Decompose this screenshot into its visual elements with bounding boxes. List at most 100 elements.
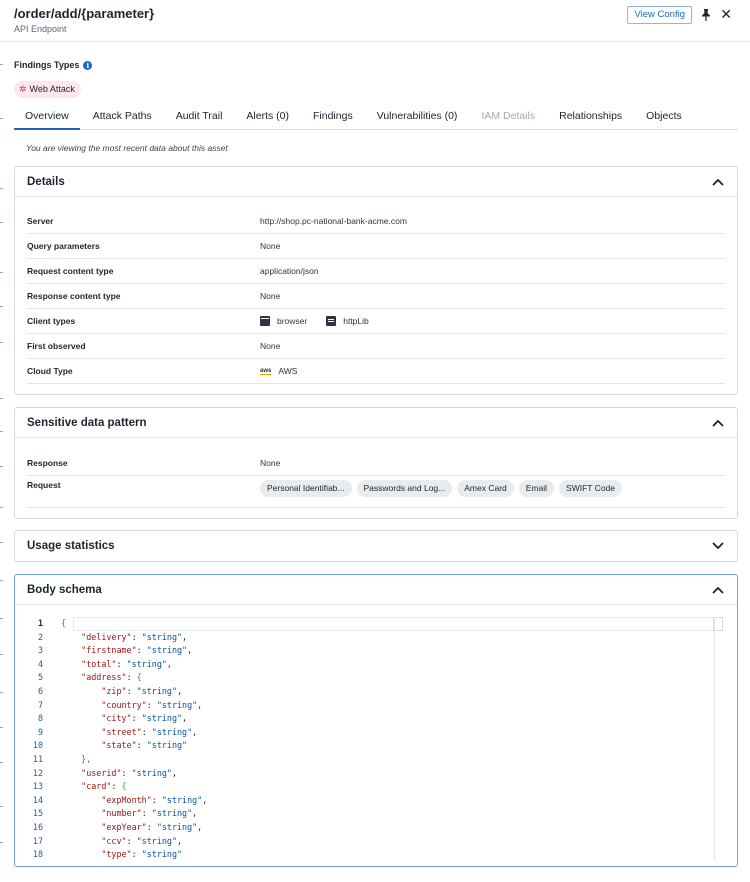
sensitive-data-panel-header[interactable]: Sensitive data pattern — [15, 408, 737, 438]
details-title: Details — [27, 175, 65, 188]
code-text: { — [61, 617, 66, 631]
details-panel-header[interactable]: Details — [15, 167, 737, 197]
sensitive-pattern-pill[interactable]: Email — [518, 480, 555, 497]
json-punctuation: { — [121, 781, 127, 792]
editor-scrollbar[interactable] — [714, 617, 715, 860]
code-text: "delivery": "string", — [81, 631, 188, 642]
sensitive-data-panel: Sensitive data pattern Response None Req… — [14, 407, 738, 519]
json-value: "string" — [151, 726, 193, 737]
request-pills: Personal Identifiab... Passwords and Log.… — [260, 480, 627, 497]
tab-alerts-0[interactable]: Alerts (0) — [246, 106, 289, 130]
sensitive-pattern-pill[interactable]: Amex Card — [457, 480, 514, 497]
chevron-down-icon[interactable] — [711, 539, 725, 553]
usage-statistics-panel: Usage statistics — [14, 530, 738, 562]
chevron-up-icon[interactable] — [711, 416, 725, 430]
sensitive-pattern-pill[interactable]: Personal Identifiab... — [260, 480, 352, 497]
json-key: "firstname" — [81, 645, 137, 656]
json-value: "string" — [126, 658, 167, 669]
line-number: 4 — [37, 658, 43, 669]
code-text: "zip": "string", — [101, 685, 183, 696]
line-number: 3 — [37, 645, 43, 656]
row-value: application/json — [260, 266, 319, 276]
finding-type-chip[interactable]: ✲ Web Attack — [14, 81, 81, 98]
table-row: Request Personal Identifiab... Passwords … — [27, 476, 725, 508]
tab-objects[interactable]: Objects — [646, 106, 682, 130]
code-text: "type": "string" — [101, 849, 183, 860]
code-text: "city": "string", — [101, 713, 188, 724]
tab-bar: Overview Attack Paths Audit Trail Alerts (0… — [14, 106, 738, 130]
code-line: 12 "userid": "string", — [27, 767, 725, 781]
code-line: 10 "state": "string" — [27, 739, 725, 753]
line-number: 11 — [32, 753, 43, 764]
tab-audit-trail[interactable]: Audit Trail — [176, 106, 223, 130]
json-punctuation: { — [61, 618, 67, 628]
line-number: 1 — [37, 618, 43, 628]
json-punctuation: , — [182, 713, 188, 724]
code-line: 18 "type": "string" — [27, 848, 725, 862]
header-divider — [0, 41, 750, 42]
json-key: "total" — [81, 658, 117, 669]
code-text: "state": "string" — [101, 740, 188, 751]
code-line: 9 "street": "string", — [27, 726, 725, 740]
line-number: 18 — [32, 849, 43, 860]
code-text: "total": "string", — [81, 658, 172, 669]
json-punctuation: , — [187, 645, 193, 656]
row-key: Response — [27, 458, 68, 468]
json-punctuation: }, — [81, 753, 92, 764]
json-value: "string" — [141, 713, 183, 724]
code-line: 6 "zip": "string", — [27, 685, 725, 699]
json-value: "string" — [156, 821, 198, 832]
json-key: "country" — [101, 699, 147, 710]
json-punctuation: , — [197, 821, 203, 832]
table-row: Cloud Type aws AWS — [27, 359, 725, 384]
code-text: "card": { — [81, 781, 127, 792]
tab-findings[interactable]: Findings — [313, 106, 353, 130]
table-row: Query parameters None — [27, 234, 725, 259]
body-schema-title: Body schema — [27, 583, 102, 596]
page-header: /order/add/{parameter} API Endpoint View… — [14, 6, 738, 42]
close-icon[interactable]: ✕ — [720, 7, 732, 21]
bug-icon: ✲ — [19, 84, 27, 94]
row-key: Client types — [27, 316, 76, 326]
sensitive-pattern-pill[interactable]: SWIFT Code — [559, 480, 622, 497]
row-key: Response content type — [27, 291, 121, 301]
code-text: }, — [61, 753, 91, 767]
line-number: 2 — [37, 631, 43, 642]
code-line: 13 "card": { — [27, 780, 725, 794]
body-schema-panel-header[interactable]: Body schema — [15, 575, 737, 605]
json-key: "ccv" — [101, 835, 127, 846]
json-punctuation: , — [202, 794, 208, 805]
client-type-label: browser — [277, 316, 308, 326]
row-value: None — [260, 458, 281, 468]
code-text: "expYear": "string", — [101, 821, 203, 832]
row-value: aws AWS — [260, 366, 297, 376]
code-editor[interactable]: 1{2 "delivery": "string", 3 "firstname": … — [27, 617, 725, 860]
view-config-button[interactable]: View Config — [627, 6, 692, 24]
table-row: First observed None — [27, 334, 725, 359]
tab-overview[interactable]: Overview — [14, 106, 80, 130]
pin-icon[interactable] — [700, 8, 712, 22]
sensitive-pattern-pill[interactable]: Passwords and Log... — [356, 480, 453, 497]
code-line: 3 "firstname": "string", — [27, 644, 725, 658]
json-key: "city" — [101, 713, 132, 724]
tab-relationships[interactable]: Relationships — [559, 106, 622, 130]
line-number: 14 — [32, 794, 43, 805]
json-punctuation: , — [177, 835, 183, 846]
chevron-up-icon[interactable] — [711, 583, 725, 597]
usage-statistics-panel-header[interactable]: Usage statistics — [15, 531, 737, 561]
browser-icon — [260, 316, 270, 326]
row-value: browser httpLib — [260, 316, 369, 326]
code-line: 5 "address": { — [27, 671, 725, 685]
tab-vulnerabilities-0[interactable]: Vulnerabilities (0) — [377, 106, 458, 130]
code-line: 2 "delivery": "string", — [27, 631, 725, 645]
json-punctuation: , — [192, 808, 198, 819]
body-schema-panel: Body schema 1{2 "delivery": "string", 3 "… — [14, 574, 738, 867]
sensitive-data-table: Response None Request Personal Identifia… — [27, 451, 725, 508]
tab-attack-paths[interactable]: Attack Paths — [93, 106, 152, 130]
info-icon[interactable]: i — [83, 60, 93, 70]
table-row: Server http://shop.pc-national-bank-acme.… — [27, 209, 725, 234]
library-icon — [326, 316, 337, 326]
code-line: 17 "ccv": "string", — [27, 835, 725, 849]
code-text: "firstname": "string", — [81, 645, 193, 656]
chevron-up-icon[interactable] — [711, 175, 725, 189]
